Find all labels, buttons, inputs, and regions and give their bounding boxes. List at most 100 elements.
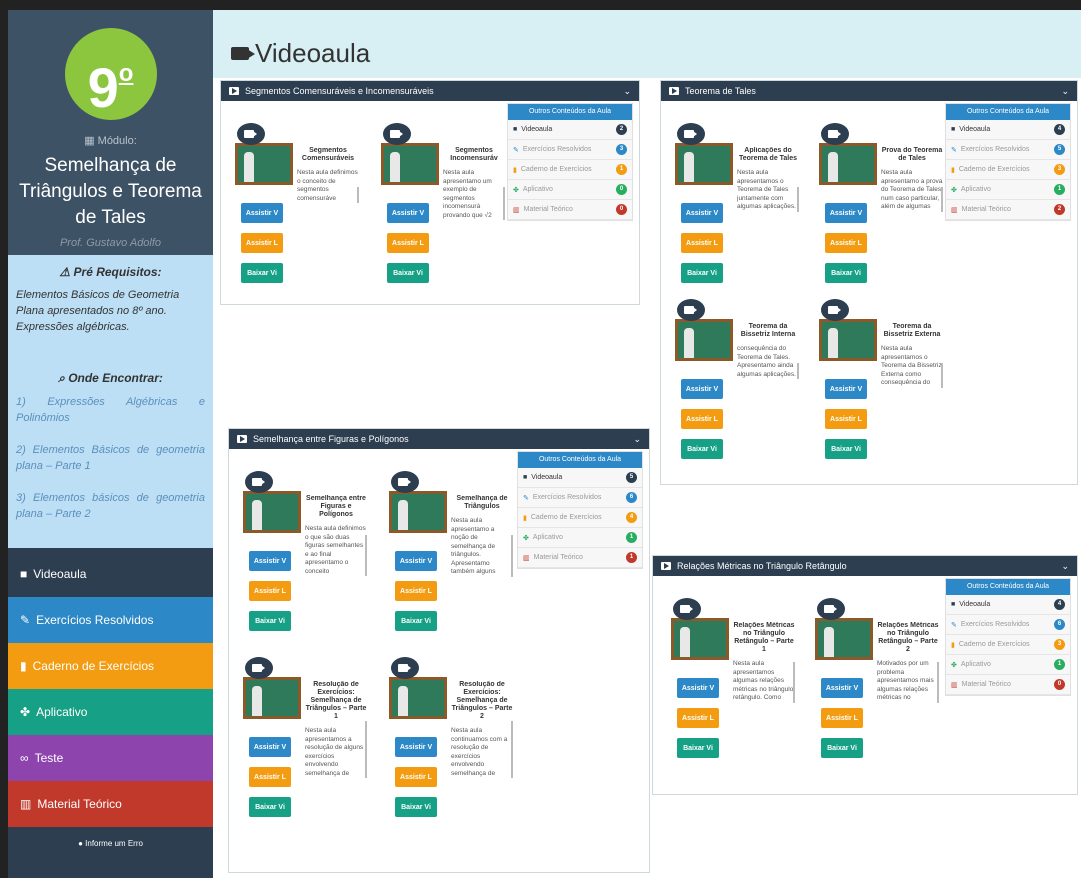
video-thumbnail[interactable] <box>675 143 733 185</box>
video-thumbnail[interactable] <box>675 319 733 361</box>
where-link-2[interactable]: 2) Elementos Básicos de geometria plana … <box>16 442 205 474</box>
watch-video-button[interactable]: Assistir V <box>821 678 863 698</box>
watch-libras-button[interactable]: Assistir L <box>825 409 867 429</box>
watch-video-button[interactable]: Assistir V <box>825 203 867 223</box>
watch-video-button[interactable]: Assistir V <box>249 551 291 571</box>
other-contents-item[interactable]: ✤ Aplicativo 0 <box>508 180 632 200</box>
scrollbar[interactable] <box>941 187 943 212</box>
video-thumbnail[interactable] <box>671 618 729 660</box>
watch-video-button[interactable]: Assistir V <box>681 203 723 223</box>
watch-libras-button[interactable]: Assistir L <box>249 767 291 787</box>
download-video-button[interactable]: Baixar Vi <box>821 738 863 758</box>
other-contents-item[interactable]: ■ Videoaula 4 <box>946 120 1070 140</box>
watch-video-button[interactable]: Assistir V <box>395 737 437 757</box>
video-thumbnail[interactable] <box>381 143 439 185</box>
watch-libras-button[interactable]: Assistir L <box>825 233 867 253</box>
watch-libras-button[interactable]: Assistir L <box>681 233 723 253</box>
scrollbar[interactable] <box>793 662 795 703</box>
other-contents-item[interactable]: ▮ Caderno de Exercícios 3 <box>946 635 1070 655</box>
other-contents-item[interactable]: ✎ Exercícios Resolvidos 6 <box>946 615 1070 635</box>
info-icon: ● <box>78 839 83 848</box>
nav-teste[interactable]: ∞ Teste <box>8 735 213 781</box>
video-thumbnail[interactable] <box>235 143 293 185</box>
where-link-3[interactable]: 3) Elementos básicos de geometria plana … <box>16 490 205 522</box>
scrollbar[interactable] <box>357 187 359 203</box>
download-video-button[interactable]: Baixar Vi <box>249 797 291 817</box>
download-video-button[interactable]: Baixar Vi <box>387 263 429 283</box>
other-contents-item[interactable]: ✎ Exercícios Resolvidos 5 <box>946 140 1070 160</box>
watch-libras-button[interactable]: Assistir L <box>677 708 719 728</box>
download-video-button[interactable]: Baixar Vi <box>395 611 437 631</box>
panel-header[interactable]: Semelhança entre Figuras e Polígonos ⌄ <box>229 429 649 449</box>
card-title: Resolução de Exercícios: Semelhança de T… <box>305 681 367 720</box>
nav-material-teorico[interactable]: ▥ Material Teórico <box>8 781 213 827</box>
other-contents-item[interactable]: ■ Videoaula 5 <box>518 468 642 488</box>
scrollbar[interactable] <box>365 535 367 576</box>
download-video-button[interactable]: Baixar Vi <box>681 439 723 459</box>
chevron-down-icon[interactable]: ⌄ <box>1061 561 1069 572</box>
download-video-button[interactable]: Baixar Vi <box>825 439 867 459</box>
scrollbar[interactable] <box>503 187 505 220</box>
other-contents-item[interactable]: ▥ Material Teórico 2 <box>946 200 1070 220</box>
watch-libras-button[interactable]: Assistir L <box>387 233 429 253</box>
chevron-down-icon[interactable]: ⌄ <box>623 86 631 97</box>
video-thumbnail[interactable] <box>389 491 447 533</box>
download-video-button[interactable]: Baixar Vi <box>395 797 437 817</box>
nav-aplicativo[interactable]: ✤ Aplicativo <box>8 689 213 735</box>
other-contents-item[interactable]: ✎ Exercícios Resolvidos 3 <box>508 140 632 160</box>
panel-header[interactable]: Teorema de Tales ⌄ <box>661 81 1077 101</box>
scrollbar[interactable] <box>797 187 799 212</box>
other-contents-item[interactable]: ▥ Material Teórico 1 <box>518 548 642 568</box>
watch-video-button[interactable]: Assistir V <box>395 551 437 571</box>
other-contents-item[interactable]: ✎ Exercícios Resolvidos 6 <box>518 488 642 508</box>
other-contents-item[interactable]: ▮ Caderno de Exercícios 3 <box>946 160 1070 180</box>
watch-libras-button[interactable]: Assistir L <box>249 581 291 601</box>
download-video-button[interactable]: Baixar Vi <box>677 738 719 758</box>
other-contents-item[interactable]: ■ Videoaula 4 <box>946 595 1070 615</box>
download-video-button[interactable]: Baixar Vi <box>681 263 723 283</box>
video-thumbnail[interactable] <box>819 319 877 361</box>
video-thumbnail[interactable] <box>819 143 877 185</box>
panel-header[interactable]: Segmentos Comensuráveis e Incomensurávei… <box>221 81 639 101</box>
chevron-down-icon[interactable]: ⌄ <box>1061 86 1069 97</box>
scrollbar[interactable] <box>941 363 943 388</box>
watch-libras-button[interactable]: Assistir L <box>681 409 723 429</box>
scrollbar[interactable] <box>511 721 513 778</box>
watch-video-button[interactable]: Assistir V <box>387 203 429 223</box>
other-contents-item[interactable]: ▥ Material Teórico 0 <box>946 675 1070 695</box>
watch-video-button[interactable]: Assistir V <box>677 678 719 698</box>
where-link-1[interactable]: 1) Expressões Algébricas e Polinômios <box>16 394 205 426</box>
video-thumbnail[interactable] <box>243 677 301 719</box>
watch-video-button[interactable]: Assistir V <box>681 379 723 399</box>
other-contents-item[interactable]: ■ Videoaula 2 <box>508 120 632 140</box>
scrollbar[interactable] <box>511 535 513 577</box>
nav-videoaula[interactable]: ■ Videoaula <box>8 551 213 597</box>
other-contents-item[interactable]: ▮ Caderno de Exercícios 1 <box>508 160 632 180</box>
other-contents-item[interactable]: ✤ Aplicativo 1 <box>946 655 1070 675</box>
other-contents-item[interactable]: ✤ Aplicativo 1 <box>946 180 1070 200</box>
download-video-button[interactable]: Baixar Vi <box>249 611 291 631</box>
watch-libras-button[interactable]: Assistir L <box>395 767 437 787</box>
nav-exercicios-resolvidos[interactable]: ✎ Exercícios Resolvidos <box>8 597 213 643</box>
watch-libras-button[interactable]: Assistir L <box>241 233 283 253</box>
other-contents-item[interactable]: ▮ Caderno de Exercícios 4 <box>518 508 642 528</box>
other-contents-item[interactable]: ✤ Aplicativo 1 <box>518 528 642 548</box>
download-video-button[interactable]: Baixar Vi <box>825 263 867 283</box>
watch-video-button[interactable]: Assistir V <box>825 379 867 399</box>
watch-video-button[interactable]: Assistir V <box>241 203 283 223</box>
watch-video-button[interactable]: Assistir V <box>249 737 291 757</box>
scrollbar[interactable] <box>365 721 367 778</box>
panel-header[interactable]: Relações Métricas no Triângulo Retângulo… <box>653 556 1077 576</box>
download-video-button[interactable]: Baixar Vi <box>241 263 283 283</box>
video-thumbnail[interactable] <box>815 618 873 660</box>
watch-libras-button[interactable]: Assistir L <box>395 581 437 601</box>
nav-caderno-exercicios[interactable]: ▮ Caderno de Exercícios <box>8 643 213 689</box>
watch-libras-button[interactable]: Assistir L <box>821 708 863 728</box>
chevron-down-icon[interactable]: ⌄ <box>633 434 641 445</box>
other-contents-item[interactable]: ▥ Material Teórico 0 <box>508 200 632 220</box>
video-thumbnail[interactable] <box>243 491 301 533</box>
scrollbar[interactable] <box>937 662 939 703</box>
scrollbar[interactable] <box>797 363 799 379</box>
report-error-link[interactable]: ● Informe um Erro <box>8 827 213 848</box>
video-thumbnail[interactable] <box>389 677 447 719</box>
